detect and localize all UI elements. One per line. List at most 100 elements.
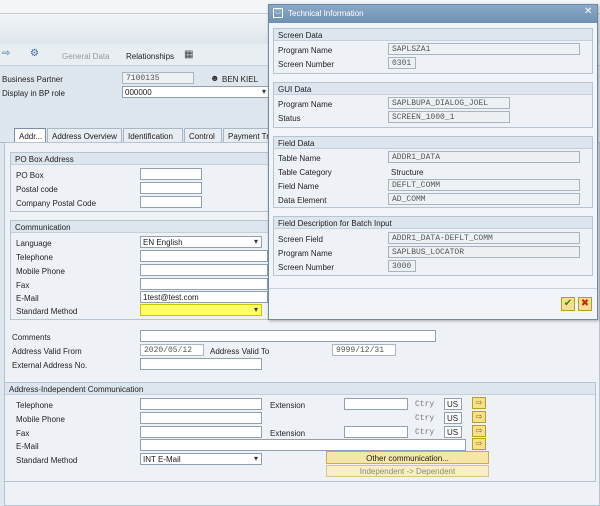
external-input[interactable]: [140, 358, 262, 370]
language-select[interactable]: EN English: [140, 236, 262, 248]
dialog-footer-line: [269, 288, 597, 289]
indep-mobile-more-icon[interactable]: ⇨: [472, 411, 486, 423]
general-data-button[interactable]: General Data: [62, 52, 110, 61]
org-icon[interactable]: ▦: [184, 49, 193, 60]
email-label: E-Mail: [16, 294, 39, 303]
screen-number-field: 0301: [388, 57, 416, 69]
indep-tel-ctry-label: Ctry: [415, 400, 435, 409]
std-method-select[interactable]: [140, 304, 262, 316]
po-box-input[interactable]: [140, 168, 202, 180]
mobile-input[interactable]: [140, 264, 268, 276]
table-category-label: Table Category: [278, 168, 332, 177]
comments-label: Comments: [12, 333, 51, 342]
indep-telephone-label: Telephone: [16, 401, 53, 410]
screen-program-field: SAPLSZA1: [388, 43, 580, 55]
batch-input-title: Field Description for Batch Input: [274, 217, 592, 229]
communication-title: Communication: [11, 221, 271, 233]
tab-payment[interactable]: Payment Tr: [223, 128, 273, 142]
field-data-title: Field Data: [274, 137, 592, 149]
indep-tel-more-icon[interactable]: ⇨: [472, 397, 486, 409]
gui-status-label: Status: [278, 114, 301, 123]
tools-icon[interactable]: ⚙: [30, 48, 39, 59]
table-name-label: Table Name: [278, 154, 321, 163]
email-input[interactable]: 1test@test.com: [140, 291, 268, 303]
tab-address-overview[interactable]: Address Overview: [47, 128, 122, 142]
batch-screen-field-label: Screen Field: [278, 235, 323, 244]
batch-program-label: Program Name: [278, 249, 333, 258]
screen-program-label: Program Name: [278, 46, 333, 55]
comments-input[interactable]: [140, 330, 436, 342]
tab-address[interactable]: Addr...: [14, 128, 46, 142]
valid-to-field: 9999/12/31: [332, 344, 396, 356]
indep-email-more-icon[interactable]: ⇨: [472, 438, 486, 450]
fax-label: Fax: [16, 281, 30, 290]
fax-input[interactable]: [140, 278, 268, 290]
bp-field: 7100135: [122, 72, 194, 84]
language-label: Language: [16, 239, 52, 248]
indep-title: Address-Independent Communication: [5, 383, 595, 395]
tab-identification[interactable]: Identification: [123, 128, 183, 142]
indep-fax-extension-input[interactable]: [344, 426, 408, 438]
table-name-field: ADDR1_DATA: [388, 151, 580, 163]
postal-code-input[interactable]: [140, 182, 202, 194]
back-arrow-icon[interactable]: ⇨: [2, 48, 10, 59]
data-element-field: AD_COMM: [388, 193, 580, 205]
company-postal-label: Company Postal Code: [16, 199, 97, 208]
role-label: Display in BP role: [2, 89, 65, 98]
indep-extension-label: Extension: [270, 401, 306, 410]
dialog-window-icon: □: [273, 8, 283, 18]
indep-std-method-select[interactable]: INT E-Mail: [140, 453, 262, 465]
valid-from-label: Address Valid From: [12, 347, 82, 356]
independent-dependent-button[interactable]: Independent -> Dependent: [326, 465, 489, 477]
postal-code-label: Postal code: [16, 185, 58, 194]
batch-screen-field: ADDR1_DATA-DEFLT_COMM: [388, 232, 580, 244]
indep-email-label: E-Mail: [16, 442, 39, 451]
data-element-label: Data Element: [278, 196, 327, 205]
gui-program-field: SAPLBUPA_DIALOG_JOEL: [388, 97, 510, 109]
indep-mobile-ctry-label: Ctry: [415, 414, 435, 423]
tab-control[interactable]: Control: [184, 128, 222, 142]
valid-from-field: 2020/05/12: [140, 344, 204, 356]
gui-program-label: Program Name: [278, 100, 333, 109]
po-box-label: PO Box: [16, 171, 44, 180]
dialog-title: Technical Information: [288, 9, 364, 18]
indep-extension-input[interactable]: [344, 398, 408, 410]
batch-number-field: 3000: [388, 260, 416, 272]
telephone-input[interactable]: [140, 250, 268, 262]
dialog-close-icon[interactable]: ✕: [584, 6, 592, 17]
batch-program-field: SAPLBUS_LOCATOR: [388, 246, 580, 258]
gui-status-field: SCREEN_1000_1: [388, 111, 510, 123]
cancel-x-icon[interactable]: ✖: [578, 297, 592, 311]
indep-fax-extension-label: Extension: [270, 429, 306, 438]
indep-mobile-ctry-input[interactable]: US: [444, 412, 462, 424]
role-select[interactable]: 000000: [122, 86, 270, 98]
person-icon: ☻: [210, 73, 220, 83]
indep-fax-ctry-label: Ctry: [415, 428, 435, 437]
other-communication-button[interactable]: Other communication...: [326, 451, 489, 464]
bp-name: BEN KIEL: [222, 75, 259, 84]
indep-email-input[interactable]: [140, 439, 466, 451]
gui-data-title: GUI Data: [274, 83, 592, 95]
indep-mobile-label: Mobile Phone: [16, 415, 65, 424]
indep-std-method-label: Standard Method: [16, 456, 78, 465]
confirm-check-icon[interactable]: ✔: [561, 297, 575, 311]
indep-fax-label: Fax: [16, 429, 30, 438]
telephone-label: Telephone: [16, 253, 53, 262]
company-postal-input[interactable]: [140, 196, 202, 208]
indep-tel-ctry-input[interactable]: US: [444, 398, 462, 410]
std-method-label: Standard Method: [16, 307, 78, 316]
indep-mobile-input[interactable]: [140, 412, 262, 424]
mobile-label: Mobile Phone: [16, 267, 65, 276]
indep-fax-more-icon[interactable]: ⇨: [472, 425, 486, 437]
bp-label: Business Partner: [2, 75, 63, 84]
indep-fax-ctry-input[interactable]: US: [444, 426, 462, 438]
indep-fax-input[interactable]: [140, 426, 262, 438]
table-category-value: Structure: [391, 168, 424, 177]
relationships-button[interactable]: Relationships: [126, 52, 174, 61]
field-name-label: Field Name: [278, 182, 319, 191]
batch-number-label: Screen Number: [278, 263, 335, 272]
indep-telephone-input[interactable]: [140, 398, 262, 410]
valid-to-label: Address Valid To: [210, 347, 270, 356]
screen-number-label: Screen Number: [278, 60, 335, 69]
field-name-field: DEFLT_COMM: [388, 179, 580, 191]
